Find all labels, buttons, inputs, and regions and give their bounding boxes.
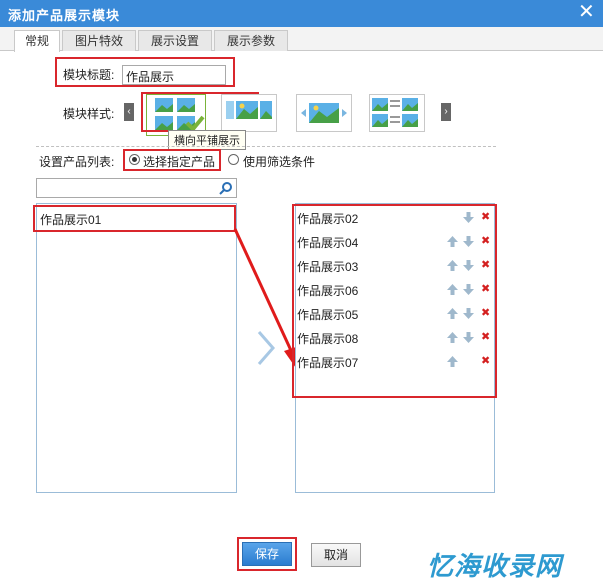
style-thumb-carousel[interactable] <box>296 94 352 132</box>
tab-display-params[interactable]: 展示参数 <box>214 30 288 51</box>
delete-icon[interactable]: ✖ <box>481 282 490 295</box>
style-next-arrow[interactable]: › <box>441 103 451 121</box>
delete-icon[interactable]: ✖ <box>481 306 490 319</box>
cancel-button[interactable]: 取消 <box>311 543 361 567</box>
tab-bar: 常规 图片特效 展示设置 展示参数 <box>0 27 603 52</box>
radio-filter-label: 使用筛选条件 <box>243 155 316 169</box>
selected-item-label: 作品展示05 <box>297 308 359 322</box>
chevron-right-icon: › <box>444 106 448 117</box>
module-title-value: 作品展示 <box>126 70 175 84</box>
save-button[interactable]: 保存 <box>242 542 292 566</box>
product-list-label: 设置产品列表: <box>39 155 115 169</box>
arrow-down-icon[interactable] <box>463 236 474 247</box>
delete-icon[interactable]: ✖ <box>481 354 490 367</box>
tab-image-effects[interactable]: 图片特效 <box>62 30 136 51</box>
selected-item-label: 作品展示08 <box>297 332 359 346</box>
tab-display-settings[interactable]: 展示设置 <box>138 30 212 51</box>
watermark-text: 忆海收录网 <box>427 551 563 581</box>
table-row[interactable]: 作品展示04 ✖ <box>297 234 493 252</box>
list-style-icon <box>372 98 418 127</box>
arrow-up-icon[interactable] <box>447 332 458 343</box>
arrow-up-icon[interactable] <box>447 284 458 295</box>
delete-icon[interactable]: ✖ <box>481 210 490 223</box>
section-divider <box>36 146 496 147</box>
module-title-input[interactable]: 作品展示 <box>122 65 226 85</box>
selected-item-label: 作品展示06 <box>297 284 359 298</box>
table-row[interactable]: 作品展示07 ✖ <box>297 354 493 372</box>
delete-icon[interactable]: ✖ <box>481 234 490 247</box>
carousel-style-icon <box>301 103 347 123</box>
arrow-up-icon[interactable] <box>447 308 458 319</box>
tab-general[interactable]: 常规 <box>14 30 60 52</box>
chevron-right-icon[interactable] <box>256 330 276 366</box>
arrow-down-icon[interactable] <box>463 212 474 223</box>
arrow-down-icon[interactable] <box>463 308 474 319</box>
dialog-titlebar: 添加产品展示模块 ✕ <box>0 0 603 27</box>
table-row[interactable]: 作品展示08 ✖ <box>297 330 493 348</box>
arrow-down-icon[interactable] <box>463 260 474 271</box>
style-tooltip: 横向平铺展示 <box>168 130 246 150</box>
chevron-left-icon: ‹ <box>127 106 131 117</box>
table-row[interactable]: 作品展示02 ✖ <box>297 210 493 228</box>
radio-filter-conditions[interactable] <box>228 154 239 165</box>
radio-specific-products[interactable] <box>129 154 140 165</box>
selected-item-label: 作品展示03 <box>297 260 359 274</box>
module-style-label: 模块样式: <box>63 107 115 121</box>
product-search-input[interactable] <box>36 178 237 198</box>
arrow-up-icon[interactable] <box>447 356 458 367</box>
arrow-down-icon[interactable] <box>463 332 474 343</box>
arrow-up-icon[interactable] <box>447 260 458 271</box>
table-row[interactable]: 作品展示05 ✖ <box>297 306 493 324</box>
arrow-down-icon[interactable] <box>463 284 474 295</box>
available-products-list[interactable] <box>36 203 237 493</box>
selected-item-label: 作品展示04 <box>297 236 359 250</box>
table-row[interactable]: 作品展示03 ✖ <box>297 258 493 276</box>
arrow-up-icon[interactable] <box>447 236 458 247</box>
style-thumb-list[interactable] <box>369 94 425 132</box>
delete-icon[interactable]: ✖ <box>481 258 490 271</box>
delete-icon[interactable]: ✖ <box>481 330 490 343</box>
list-item[interactable]: 作品展示01 <box>40 211 101 228</box>
close-icon[interactable]: ✕ <box>578 2 595 22</box>
style-thumb-tile[interactable] <box>221 94 277 132</box>
tile-style-icon <box>226 101 272 119</box>
module-title-label: 模块标题: <box>63 68 115 82</box>
radio-specific-label: 选择指定产品 <box>143 155 216 169</box>
search-icon[interactable] <box>219 181 233 195</box>
style-prev-arrow[interactable]: ‹ <box>124 103 134 121</box>
selected-item-label: 作品展示07 <box>297 356 359 370</box>
dialog-title: 添加产品展示模块 <box>8 8 121 23</box>
table-row[interactable]: 作品展示06 ✖ <box>297 282 493 300</box>
selected-item-label: 作品展示02 <box>297 212 359 226</box>
